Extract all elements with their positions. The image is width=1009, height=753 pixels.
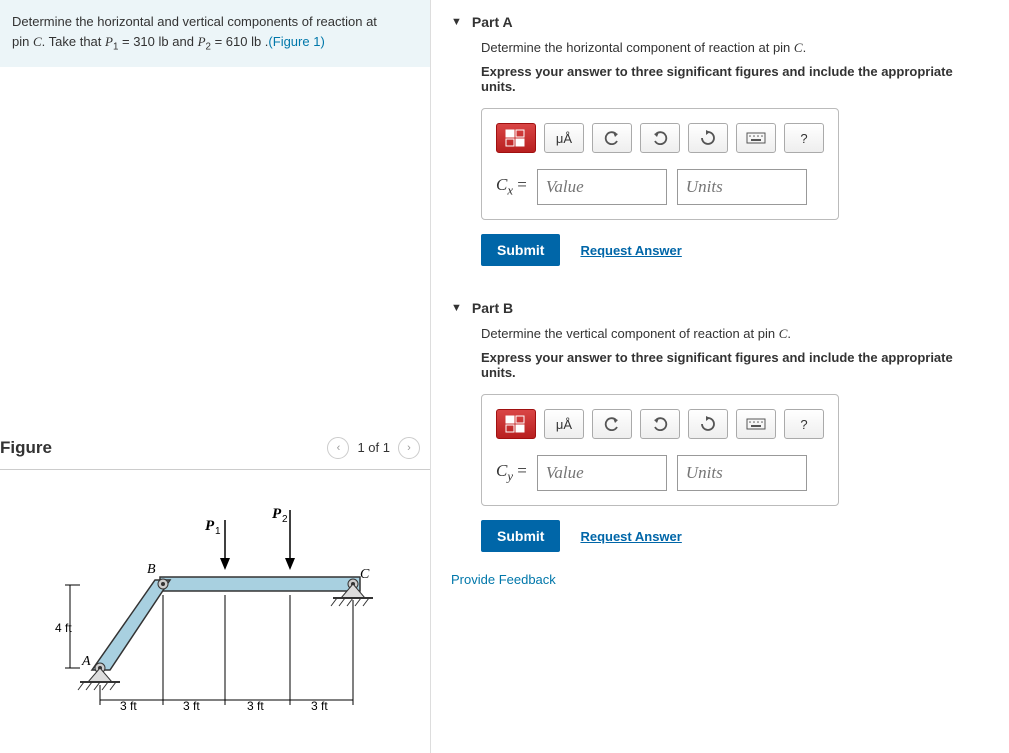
- part-a-var: Cx =: [496, 175, 527, 198]
- part-b-header[interactable]: ▼ Part B: [451, 286, 989, 326]
- help-button[interactable]: ?: [784, 123, 824, 153]
- part-b-submit-button[interactable]: Submit: [481, 520, 560, 552]
- part-a-answer-line: Cx =: [496, 169, 824, 205]
- provide-feedback-link[interactable]: Provide Feedback: [451, 572, 989, 587]
- part-b-value-input[interactable]: [537, 455, 667, 491]
- part-a-units-input[interactable]: [677, 169, 807, 205]
- eq2: = 610 lb .: [211, 34, 268, 49]
- part-b-submit-row: Submit Request Answer: [481, 520, 989, 552]
- figure-nav: ‹ 1 of 1 ›: [327, 437, 420, 459]
- next-figure-button[interactable]: ›: [398, 437, 420, 459]
- part-a-body: Determine the horizontal component of re…: [451, 40, 989, 266]
- right-panel: ▼ Part A Determine the horizontal compon…: [430, 0, 1009, 753]
- part-b-var: Cy =: [496, 461, 527, 484]
- svg-text:1: 1: [215, 526, 221, 537]
- part-b-bold: Express your answer to three significant…: [481, 350, 989, 380]
- undo-button[interactable]: [592, 409, 632, 439]
- var-c: C: [33, 34, 42, 49]
- svg-text:3 ft: 3 ft: [311, 699, 328, 713]
- part-b-instruction: Determine the vertical component of reac…: [481, 326, 989, 342]
- part-b-request-link[interactable]: Request Answer: [580, 529, 681, 544]
- svg-text:4 ft: 4 ft: [55, 621, 72, 635]
- svg-text:3 ft: 3 ft: [120, 699, 137, 713]
- var-p2: P: [198, 34, 206, 49]
- figure-section: Figure ‹ 1 of 1 › P1 P2: [0, 437, 430, 753]
- svg-text:P: P: [205, 518, 215, 534]
- svg-text:3 ft: 3 ft: [183, 699, 200, 713]
- part-a-submit-row: Submit Request Answer: [481, 234, 989, 266]
- units-button[interactable]: μÅ: [544, 123, 584, 153]
- eq1: = 310 lb: [118, 34, 168, 49]
- svg-text:P: P: [272, 506, 282, 522]
- collapse-icon: ▼: [451, 16, 462, 28]
- prompt-text: Determine the horizontal and vertical co…: [12, 14, 377, 29]
- problem-prompt: Determine the horizontal and vertical co…: [0, 0, 430, 67]
- part-b-answer-box: μÅ ? Cy =: [481, 394, 839, 506]
- var-p1: P: [105, 34, 113, 49]
- part-b-body: Determine the vertical component of reac…: [451, 326, 989, 552]
- redo-button[interactable]: [640, 123, 680, 153]
- part-a-header[interactable]: ▼ Part A: [451, 0, 989, 40]
- part-a-value-input[interactable]: [537, 169, 667, 205]
- left-panel: Determine the horizontal and vertical co…: [0, 0, 430, 753]
- part-a-request-link[interactable]: Request Answer: [580, 243, 681, 258]
- figure-diagram: P1 P2 B A: [0, 470, 430, 753]
- keyboard-button[interactable]: [736, 123, 776, 153]
- collapse-icon: ▼: [451, 302, 462, 314]
- prompt-text: pin: [12, 34, 33, 49]
- keyboard-button[interactable]: [736, 409, 776, 439]
- undo-button[interactable]: [592, 123, 632, 153]
- figure-link[interactable]: (Figure 1): [268, 34, 324, 49]
- templates-button[interactable]: [496, 409, 536, 439]
- svg-text:2: 2: [282, 514, 288, 525]
- part-a-submit-button[interactable]: Submit: [481, 234, 560, 266]
- figure-title: Figure: [0, 438, 52, 458]
- figure-counter: 1 of 1: [357, 440, 390, 455]
- and: and: [169, 34, 198, 49]
- figure-header: Figure ‹ 1 of 1 ›: [0, 437, 430, 470]
- part-a-title: Part A: [472, 14, 513, 30]
- part-a-bold: Express your answer to three significant…: [481, 64, 989, 94]
- part-a-answer-box: μÅ ? Cx =: [481, 108, 839, 220]
- part-b-answer-line: Cy =: [496, 455, 824, 491]
- part-a-instruction: Determine the horizontal component of re…: [481, 40, 989, 56]
- part-b-title: Part B: [472, 300, 513, 316]
- svg-text:B: B: [147, 562, 156, 577]
- units-button[interactable]: μÅ: [544, 409, 584, 439]
- svg-text:C: C: [360, 567, 370, 582]
- help-button[interactable]: ?: [784, 409, 824, 439]
- part-a-toolbar: μÅ ?: [496, 123, 824, 153]
- svg-text:A: A: [81, 654, 91, 669]
- prompt-text: . Take that: [42, 34, 105, 49]
- part-b-units-input[interactable]: [677, 455, 807, 491]
- reset-button[interactable]: [688, 409, 728, 439]
- redo-button[interactable]: [640, 409, 680, 439]
- reset-button[interactable]: [688, 123, 728, 153]
- prev-figure-button[interactable]: ‹: [327, 437, 349, 459]
- part-b-toolbar: μÅ ?: [496, 409, 824, 439]
- templates-button[interactable]: [496, 123, 536, 153]
- svg-text:3 ft: 3 ft: [247, 699, 264, 713]
